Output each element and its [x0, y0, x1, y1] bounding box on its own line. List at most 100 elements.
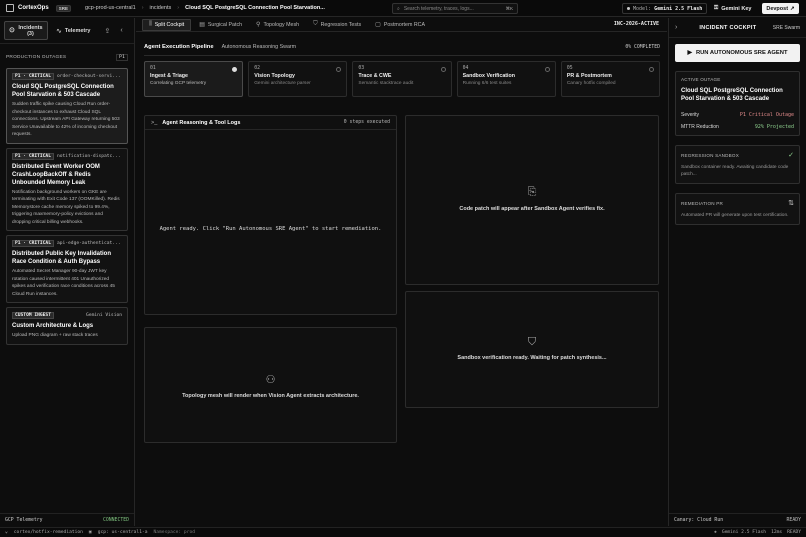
step-number: 02 [254, 66, 260, 71]
tab-telemetry[interactable]: ∿ Telemetry [52, 21, 94, 40]
incident-card[interactable]: P1 · CRITICAL api-edge-authenticat... Dis… [6, 235, 128, 303]
incident-description: Sudden traffic spike causing Cloud Run o… [12, 102, 120, 137]
active-outage-label: ACTIVE OUTAGE [681, 77, 721, 82]
pr-label: REMEDIATION PR [681, 200, 724, 206]
app-name: CortexOps [18, 5, 49, 11]
regression-sandbox-card: REGRESSION SANDBOX ✓ Sandbox container re… [675, 145, 800, 184]
tab-regression-tests[interactable]: ⛉ Regression Tests [307, 19, 367, 31]
activity-icon: ∿ [56, 27, 62, 35]
section-title: PRODUCTION OUTAGES [6, 54, 67, 60]
file-code-icon: ▤ [199, 22, 205, 28]
shield-check-icon: ⛉ [527, 336, 537, 348]
step-number: 05 [566, 66, 573, 71]
swarm-label: SRE Swarm [772, 24, 800, 31]
pipeline-progress-bar [144, 55, 660, 56]
main-workspace: ⫼ Split Cockpit ▤ Surgical Patch ⚲ Topology… [136, 18, 667, 526]
ingest-description: Upload PNG diagram + raw stack traces [12, 333, 98, 338]
code-patch-panel: ⎘ Code patch will appear after Sandbox A… [405, 115, 659, 285]
ingest-title: Custom Architecture & Logs [12, 323, 94, 329]
pipeline-progress: 0% COMPLETED [625, 44, 660, 50]
model-label: Model: [633, 5, 652, 12]
telemetry-label: GCP Telemetry [5, 517, 43, 523]
search-shortcut: ⌘K [505, 5, 513, 11]
chevron-right-icon: › [141, 5, 144, 11]
tab-postmortem-rca[interactable]: ▢ Postmortem RCA [369, 19, 431, 31]
sandbox-text: Sandbox container ready. Awaiting candid… [681, 165, 789, 177]
play-icon: ▶ [687, 50, 692, 56]
sandbox-label: REGRESSION SANDBOX [681, 152, 739, 158]
file-code-icon: ⎘ [527, 186, 537, 198]
run-agent-label: RUN AUTONOMOUS SRE AGENT [695, 50, 788, 56]
incident-description: Notification background workers on GKE a… [12, 189, 120, 225]
tab-split-cockpit[interactable]: ⫼ Split Cockpit [142, 18, 192, 31]
devpost-label: Devpost [766, 5, 789, 12]
logs-message: Agent ready. Click "Run Autonomous SRE A… [159, 226, 382, 232]
step-name: Ingest & Triage [150, 73, 188, 79]
step-number: 01 [150, 66, 156, 71]
tab-surgical-patch[interactable]: ▤ Surgical Patch [193, 19, 248, 31]
breadcrumb: gcp-prod-us-central1 › incidents › Cloud… [85, 5, 325, 11]
logs-count: 0 steps executed [343, 120, 390, 125]
step-status-icon [440, 67, 446, 72]
gemini-key-label: Gemini Key [721, 5, 752, 12]
step-name: Vision Topology [254, 73, 295, 79]
pipeline-step-pr[interactable]: 05 PR & Postmortem Canary hotfix compiled [560, 61, 661, 97]
chevron-right-icon[interactable]: › [675, 24, 677, 31]
upload-icon[interactable]: ⇪ [104, 27, 110, 35]
tab-label: Topology Mesh [263, 21, 300, 28]
network-icon: ⚇ [265, 374, 276, 386]
incident-card[interactable]: P1 · CRITICAL order-checkout-servi... Clo… [6, 68, 128, 144]
status-bar: ⑂ cortex/hotfix-remediation ▣ gcp: us-ce… [0, 527, 806, 537]
cpu-icon: ◈ [714, 530, 717, 535]
agent-logs-panel: >_ Agent Reasoning & Tool Logs 0 steps e… [144, 115, 397, 315]
sandbox-panel: ⛉ Sandbox verification ready. Waiting fo… [405, 291, 659, 408]
pipeline-step-ingest[interactable]: 01 Ingest & Triage Correlating GCP telemet… [144, 61, 244, 97]
ingest-badge: CUSTOM INGEST [12, 312, 54, 319]
app-logo[interactable]: CortexOps SRE [6, 4, 71, 12]
breadcrumb-project[interactable]: gcp-prod-us-central1 [85, 5, 136, 11]
custom-ingest-card[interactable]: CUSTOM INGEST Gemini Vision Custom Archit… [6, 307, 128, 345]
search-icon: ⌕ [397, 5, 400, 12]
pipeline-step-vision[interactable]: 02 Vision Topology Gemini architecture par… [248, 61, 348, 97]
shield-check-icon: ⛉ [313, 21, 318, 27]
git-pull-request-icon: ⇅ [788, 200, 794, 207]
step-desc: Correlating GCP telemetry [150, 81, 207, 86]
model-selector[interactable]: Model: Gemini 2.5 Flash [622, 3, 708, 14]
cockpit-title: INCIDENT COCKPIT [699, 24, 757, 31]
tab-label: Split Cockpit [154, 21, 185, 28]
pipeline-title: Agent Execution Pipeline [144, 44, 214, 50]
run-agent-button[interactable]: ▶ RUN AUTONOMOUS SRE AGENT [675, 44, 800, 62]
step-desc: Canary hotfix compiled [566, 81, 616, 86]
branch-icon: ⑂ [5, 530, 8, 536]
tab-topology-mesh[interactable]: ⚲ Topology Mesh [250, 19, 305, 31]
remediation-pr-card: REMEDIATION PR ⇅ Automated PR will genera… [675, 193, 800, 225]
breadcrumb-current: Cloud SQL PostgreSQL Connection Pool Sta… [185, 5, 325, 11]
search-input[interactable]: ⌕ Search telemetry, traces, logs... ⌘K [392, 3, 518, 14]
topology-placeholder: Topology mesh will render when Vision Ag… [182, 393, 359, 399]
step-name: Trace & CWE [358, 73, 392, 79]
canary-label: Canary: Cloud Run [674, 517, 724, 523]
pipeline-step-trace[interactable]: 03 Trace & CWE Semantic stacktrace audit [352, 61, 452, 97]
collapse-sidebar-icon[interactable]: ‹ [120, 27, 122, 34]
gemini-key-button[interactable]: ⚿ Gemini Key [714, 3, 751, 14]
incident-id: INC-2026-ACTIVE [613, 21, 659, 27]
incident-sidebar: ⊙ Incidents (3) ∿ Telemetry ⇪ ‹ PRODUCTI… [0, 18, 135, 526]
pipeline-step-sandbox[interactable]: 04 Sandbox Verification Running 6/6 test s… [456, 61, 556, 97]
step-desc: Running 6/6 test suites [462, 81, 512, 86]
branch-name: cortex/hotfix-remediation [13, 530, 83, 535]
incident-title: Cloud SQL PostgreSQL Connection Pool Sta… [12, 84, 114, 98]
step-name: PR & Postmortem [566, 73, 612, 79]
tab-incidents[interactable]: ⊙ Incidents (3) [4, 21, 48, 40]
incident-card[interactable]: P1 · CRITICAL notification-dispatc... Dis… [6, 147, 128, 231]
canary-status: READY [786, 517, 801, 523]
step-name: Sandbox Verification [462, 73, 516, 79]
sidebar-footer: GCP Telemetry CONNECTED [0, 513, 134, 526]
check-circle-icon: ✓ [788, 152, 794, 159]
mttr-label: MTTR Reduction [681, 124, 719, 130]
tab-label: Regression Tests [320, 21, 362, 28]
step-status-icon [544, 67, 550, 72]
devpost-button[interactable]: Devpost ↗ [762, 3, 799, 14]
env-chip: SRE [55, 4, 71, 12]
breadcrumb-incidents[interactable]: incidents [150, 5, 172, 11]
network-icon: ⚲ [256, 22, 261, 28]
